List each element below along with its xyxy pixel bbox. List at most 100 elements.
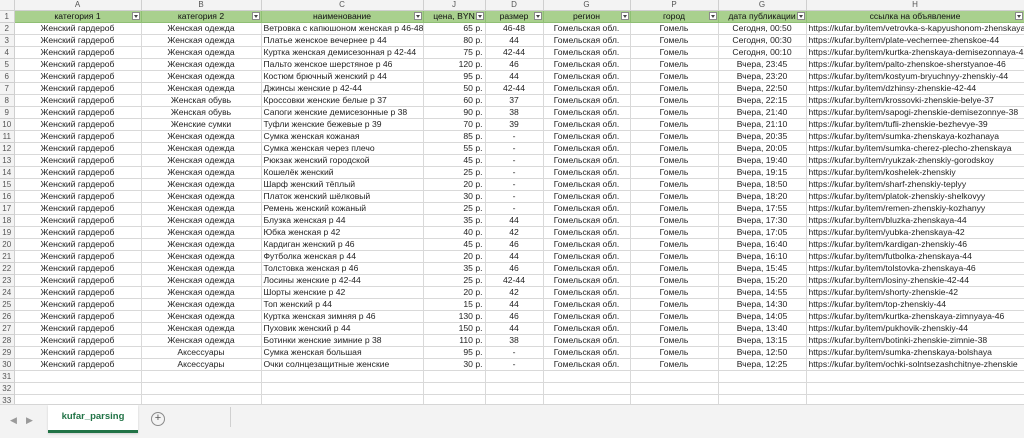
dropdown-arrow-icon[interactable] bbox=[620, 12, 629, 20]
cell[interactable]: Женский гардероб bbox=[14, 106, 142, 119]
column-letter[interactable]: B bbox=[141, 0, 262, 11]
cell[interactable] bbox=[718, 370, 807, 383]
cell[interactable]: Гомель bbox=[630, 226, 719, 239]
cell[interactable]: Костюм брючный женский р 44 bbox=[261, 70, 424, 83]
column-letter[interactable]: A bbox=[14, 0, 142, 11]
cell[interactable]: https://kufar.by/item/koshelek-zhenskiy bbox=[806, 166, 1024, 179]
cell[interactable]: 42-44 bbox=[485, 82, 544, 95]
header-cell[interactable]: город bbox=[630, 10, 719, 23]
cell[interactable]: 30 р. bbox=[423, 358, 486, 371]
cell[interactable]: Женский гардероб bbox=[14, 154, 142, 167]
cell[interactable]: Футболка женская р 44 bbox=[261, 250, 424, 263]
row-number[interactable]: 17 bbox=[0, 202, 15, 215]
cell[interactable]: Гомель bbox=[630, 310, 719, 323]
cell[interactable]: Женский гардероб bbox=[14, 118, 142, 131]
cell[interactable]: Гомельская обл. bbox=[543, 166, 631, 179]
cell[interactable]: 60 р. bbox=[423, 94, 486, 107]
row-number[interactable]: 13 bbox=[0, 154, 15, 167]
cell[interactable]: 44 bbox=[485, 250, 544, 263]
row-number[interactable]: 31 bbox=[0, 370, 15, 383]
row-number[interactable]: 20 bbox=[0, 238, 15, 251]
cell[interactable]: Топ женский р 44 bbox=[261, 298, 424, 311]
cell[interactable]: Очки солнцезащитные женские bbox=[261, 358, 424, 371]
cell[interactable]: Женский гардероб bbox=[14, 298, 142, 311]
cell[interactable]: - bbox=[485, 358, 544, 371]
cell[interactable]: 46 bbox=[485, 310, 544, 323]
row-number[interactable]: 6 bbox=[0, 70, 15, 83]
cell[interactable]: Джинсы женские р 42-44 bbox=[261, 82, 424, 95]
cell[interactable]: Ветровка с капюшоном женская р 46-48 bbox=[261, 22, 424, 35]
cell[interactable]: 95 р. bbox=[423, 346, 486, 359]
cell[interactable]: 42 bbox=[485, 226, 544, 239]
cell[interactable]: Гомельская обл. bbox=[543, 46, 631, 59]
cell[interactable]: Гомель bbox=[630, 118, 719, 131]
cell[interactable]: Гомельская обл. bbox=[543, 142, 631, 155]
cell[interactable]: Женская одежда bbox=[141, 274, 262, 287]
cell[interactable]: Гомельская обл. bbox=[543, 262, 631, 275]
column-letter[interactable]: J bbox=[423, 0, 486, 11]
cell[interactable] bbox=[630, 370, 719, 383]
cell[interactable]: Гомельская обл. bbox=[543, 34, 631, 47]
cell[interactable]: Гомель bbox=[630, 34, 719, 47]
cell[interactable]: Женская одежда bbox=[141, 58, 262, 71]
cell[interactable]: Гомельская обл. bbox=[543, 346, 631, 359]
row-number[interactable]: 4 bbox=[0, 46, 15, 59]
cell[interactable]: - bbox=[485, 190, 544, 203]
cell[interactable] bbox=[543, 382, 631, 395]
cell[interactable]: https://kufar.by/item/top-zhenskiy-44 bbox=[806, 298, 1024, 311]
cell[interactable]: Женский гардероб bbox=[14, 346, 142, 359]
cell[interactable]: https://kufar.by/item/vetrovka-s-kapyush… bbox=[806, 22, 1024, 35]
chevron-left-icon[interactable]: ◀ bbox=[10, 415, 17, 426]
cell[interactable]: Вчера, 17:55 bbox=[718, 202, 807, 215]
cell[interactable]: Лосины женские р 42-44 bbox=[261, 274, 424, 287]
cell[interactable] bbox=[261, 394, 424, 404]
cell[interactable]: 110 р. bbox=[423, 334, 486, 347]
cell[interactable]: Вчера, 19:40 bbox=[718, 154, 807, 167]
cell[interactable]: Гомельская обл. bbox=[543, 130, 631, 143]
cell[interactable]: Вчера, 23:20 bbox=[718, 70, 807, 83]
cell[interactable]: https://kufar.by/item/sumka-zhenskaya-bo… bbox=[806, 346, 1024, 359]
cell[interactable]: Гомельская обл. bbox=[543, 58, 631, 71]
cell[interactable]: 75 р. bbox=[423, 46, 486, 59]
cell[interactable]: Гомель bbox=[630, 46, 719, 59]
cell[interactable]: Рюкзак женский городской bbox=[261, 154, 424, 167]
row-number[interactable]: 27 bbox=[0, 322, 15, 335]
cell[interactable]: Женский гардероб bbox=[14, 274, 142, 287]
cell[interactable]: Гомельская обл. bbox=[543, 118, 631, 131]
cell[interactable]: 65 р. bbox=[423, 22, 486, 35]
row-number[interactable]: 14 bbox=[0, 166, 15, 179]
cell[interactable]: Гомель bbox=[630, 298, 719, 311]
cell[interactable]: Гомельская обл. bbox=[543, 286, 631, 299]
cell[interactable]: Гомель bbox=[630, 346, 719, 359]
cell[interactable]: Женская одежда bbox=[141, 34, 262, 47]
cell[interactable]: Женская одежда bbox=[141, 70, 262, 83]
cell[interactable]: Вчера, 16:10 bbox=[718, 250, 807, 263]
cell[interactable]: Вчера, 18:50 bbox=[718, 178, 807, 191]
dropdown-arrow-icon[interactable] bbox=[131, 12, 140, 20]
cell[interactable]: Гомель bbox=[630, 58, 719, 71]
row-number[interactable]: 1 bbox=[0, 10, 15, 23]
cell[interactable]: Гомель bbox=[630, 202, 719, 215]
cell[interactable]: Блузка женская р 44 bbox=[261, 214, 424, 227]
cell[interactable]: Платье женское вечернее р 44 bbox=[261, 34, 424, 47]
cell[interactable]: Женский гардероб bbox=[14, 334, 142, 347]
cell[interactable]: 95 р. bbox=[423, 70, 486, 83]
cell[interactable]: Женский гардероб bbox=[14, 142, 142, 155]
cell[interactable]: Вчера, 13:40 bbox=[718, 322, 807, 335]
cell[interactable]: https://kufar.by/item/remen-zhenskiy-koz… bbox=[806, 202, 1024, 215]
cell[interactable]: Гомель bbox=[630, 286, 719, 299]
cell[interactable] bbox=[14, 394, 142, 404]
header-cell[interactable]: регион bbox=[543, 10, 631, 23]
cell[interactable]: 85 р. bbox=[423, 130, 486, 143]
cell[interactable]: Женская обувь bbox=[141, 106, 262, 119]
cell[interactable]: Вчера, 20:35 bbox=[718, 130, 807, 143]
column-letter[interactable]: C bbox=[261, 0, 424, 11]
cell[interactable] bbox=[423, 370, 486, 383]
header-cell[interactable]: цена, BYN bbox=[423, 10, 486, 23]
cell[interactable]: Женский гардероб bbox=[14, 82, 142, 95]
cell[interactable]: Пальто женское шерстяное р 46 bbox=[261, 58, 424, 71]
cell[interactable]: 39 bbox=[485, 118, 544, 131]
cell[interactable]: Кроссовки женские белые р 37 bbox=[261, 94, 424, 107]
cell[interactable]: Ботинки женские зимние р 38 bbox=[261, 334, 424, 347]
cell[interactable] bbox=[718, 394, 807, 404]
